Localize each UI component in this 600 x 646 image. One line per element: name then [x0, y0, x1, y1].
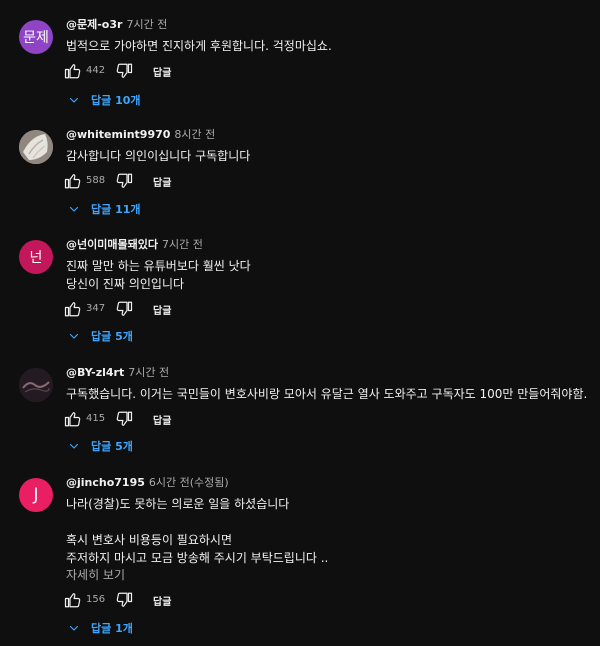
- like-count: 347: [86, 303, 106, 314]
- thumb-up-icon: [64, 593, 81, 608]
- replies-count: 답글 5개: [91, 440, 133, 453]
- comment-text: 법적으로 가야하면 진지하게 후원합니다. 걱정마십쇼.: [66, 37, 332, 55]
- comment-text: 구독했습니다. 이거는 국민들이 변호사비랑 모아서 유달근 열사 도와주고 구…: [66, 385, 587, 403]
- comment-actions: 442 답글: [64, 62, 264, 82]
- comment-author[interactable]: @jincho7195: [66, 476, 145, 489]
- comment-line: 구독했습니다. 이거는 국민들이 변호사비랑 모아서 유달근 열사 도와주고 구…: [66, 387, 588, 401]
- comment-author[interactable]: @BY-zl4rt: [66, 366, 124, 379]
- chevron-down-icon: [69, 625, 79, 631]
- replies-count: 답글 1개: [91, 622, 133, 635]
- replies-count: 답글 10개: [91, 94, 141, 107]
- thumb-down-icon: [116, 411, 133, 426]
- like-button[interactable]: [64, 172, 82, 190]
- dislike-button[interactable]: [115, 300, 133, 318]
- comment-line: 나라(경찰)도 못하는 의로운 일을 하셨습니다: [66, 497, 290, 511]
- thumb-up-icon: [64, 64, 81, 79]
- chevron-down-icon: [69, 443, 79, 449]
- comment-line: 혹시 변호사 비용등이 필요하시면: [66, 533, 233, 547]
- view-replies-button[interactable]: 답글 11개: [68, 200, 141, 218]
- avatar-initial: J: [33, 485, 39, 505]
- thumb-down-icon: [116, 63, 133, 78]
- thumb-down-icon: [116, 301, 133, 316]
- reply-button[interactable]: 답글: [153, 174, 171, 189]
- like-count: 156: [86, 594, 106, 605]
- avatar[interactable]: J: [19, 478, 53, 512]
- comment-line: 진짜 말만 하는 유튜버보다 훨씬 낫다: [66, 259, 251, 273]
- dislike-button[interactable]: [115, 591, 133, 609]
- like-button[interactable]: [64, 591, 82, 609]
- comment-actions: 588 답글: [64, 172, 264, 192]
- dislike-button[interactable]: [115, 172, 133, 190]
- avatar[interactable]: 넌: [19, 240, 53, 274]
- view-replies-button[interactable]: 답글 10개: [68, 91, 141, 109]
- comment-text: 나라(경찰)도 못하는 의로운 일을 하셨습니다 혹시 변호사 비용등이 필요하…: [66, 495, 328, 567]
- like-count: 415: [86, 413, 106, 424]
- thumb-down-icon: [116, 173, 133, 188]
- comment-text: 감사합니다 의인이십니다 구독합니다: [66, 147, 250, 165]
- comment-author[interactable]: @넌이미매몰돼있다: [66, 238, 158, 251]
- dislike-button[interactable]: [115, 62, 133, 80]
- comment-header: @BY-zl4rt 7시간 전: [66, 366, 169, 380]
- avatar[interactable]: 문제: [19, 20, 53, 54]
- avatar-image: [19, 130, 53, 164]
- reply-button[interactable]: 답글: [153, 64, 171, 79]
- reply-button[interactable]: 답글: [153, 593, 171, 608]
- like-button[interactable]: [64, 300, 82, 318]
- thumb-up-icon: [64, 412, 81, 427]
- read-more-button[interactable]: 자세히 보기: [66, 566, 125, 583]
- comment-header: @jincho7195 6시간 전(수정됨): [66, 476, 229, 490]
- like-button[interactable]: [64, 62, 82, 80]
- chevron-down-icon: [69, 206, 79, 212]
- like-count: 442: [86, 65, 106, 76]
- chevron-down-icon: [69, 333, 79, 339]
- avatar-image: [19, 368, 53, 402]
- comment-header: @넌이미매몰돼있다 7시간 전: [66, 238, 203, 252]
- comment-time[interactable]: 8시간 전: [174, 128, 215, 141]
- comment-time[interactable]: 7시간 전: [128, 366, 169, 379]
- comment-time[interactable]: 6시간 전(수정됨): [149, 476, 229, 489]
- view-replies-button[interactable]: 답글 5개: [68, 437, 133, 455]
- view-replies-button[interactable]: 답글 5개: [68, 327, 133, 345]
- chevron-down-icon: [69, 97, 79, 103]
- avatar-initial: 문제: [23, 30, 49, 46]
- comment-author[interactable]: @문제-o3r: [66, 18, 122, 31]
- avatar-initial: 넌: [29, 250, 43, 266]
- like-button[interactable]: [64, 410, 82, 428]
- thumb-down-icon: [116, 592, 133, 607]
- comment-time[interactable]: 7시간 전: [162, 238, 203, 251]
- comment-actions: 156 답글: [64, 591, 264, 611]
- comment-line: 주저하지 마시고 모금 방송해 주시기 부탁드립니다 ..: [66, 551, 329, 565]
- avatar[interactable]: [19, 368, 53, 402]
- comment-header: @whitemint9970 8시간 전: [66, 128, 215, 142]
- reply-button[interactable]: 답글: [153, 412, 171, 427]
- dislike-button[interactable]: [115, 410, 133, 428]
- thumb-up-icon: [64, 174, 81, 189]
- like-count: 588: [86, 175, 106, 186]
- comment-author[interactable]: @whitemint9970: [66, 128, 170, 141]
- comment-line: 감사합니다 의인이십니다 구독합니다: [66, 149, 251, 163]
- comment-actions: 415 답글: [64, 410, 264, 430]
- comment-line: [66, 513, 328, 531]
- comment-actions: 347 답글: [64, 300, 264, 320]
- comment-line: 당신이 진짜 의인입니다: [66, 277, 185, 291]
- reply-button[interactable]: 답글: [153, 302, 171, 317]
- thumb-up-icon: [64, 302, 81, 317]
- avatar[interactable]: [19, 130, 53, 164]
- comment-header: @문제-o3r 7시간 전: [66, 18, 167, 32]
- view-replies-button[interactable]: 답글 1개: [68, 619, 133, 637]
- replies-count: 답글 11개: [91, 203, 141, 216]
- comment-text: 진짜 말만 하는 유튜버보다 훨씬 낫다 당신이 진짜 의인입니다: [66, 257, 251, 293]
- replies-count: 답글 5개: [91, 330, 133, 343]
- comment-line: 법적으로 가야하면 진지하게 후원합니다. 걱정마십쇼.: [66, 39, 332, 53]
- comment-time[interactable]: 7시간 전: [126, 18, 167, 31]
